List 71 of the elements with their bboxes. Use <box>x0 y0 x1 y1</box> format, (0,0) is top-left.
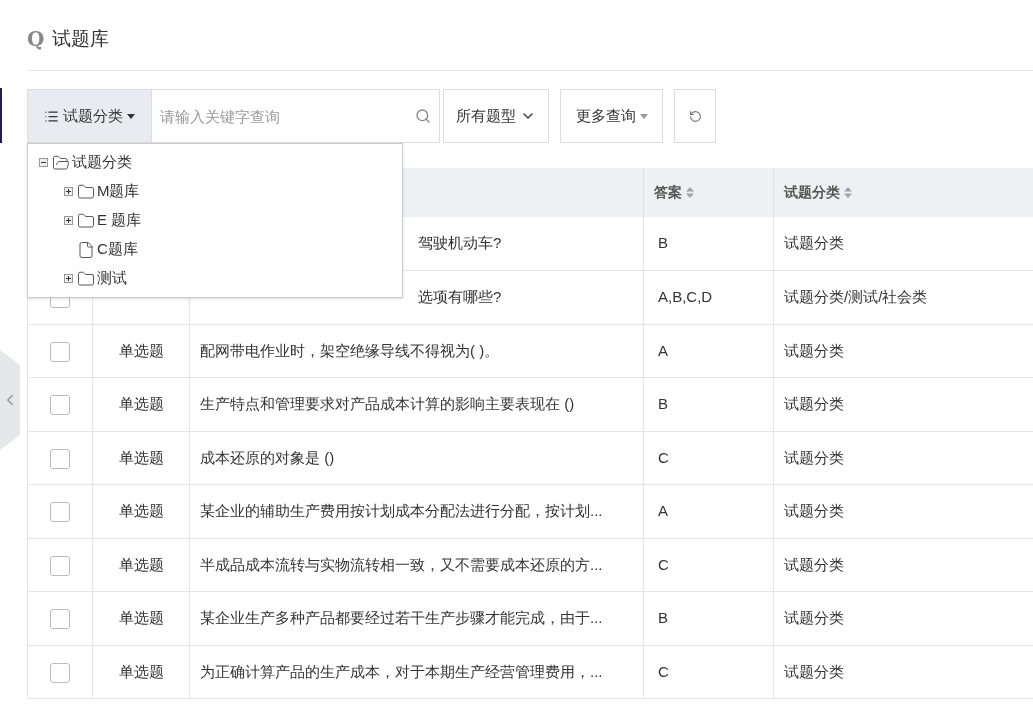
active-indicator <box>0 88 2 143</box>
table-cell: 试题分类 <box>784 662 844 680</box>
caret-icon <box>127 113 135 119</box>
table-cell: 某企业生产多种产品都要经过若干生产步骤才能完成，由于... <box>200 609 603 626</box>
table-cell: 单选题 <box>118 555 164 573</box>
table-cell: A <box>658 502 668 519</box>
search-icon[interactable] <box>415 108 431 124</box>
expand-toggle-icon[interactable] <box>64 187 73 196</box>
column-header[interactable]: 试题分类 <box>784 182 840 203</box>
table-cell: 驾驶机动车? <box>418 234 502 252</box>
table-cell: 试题分类 <box>784 448 844 466</box>
tree-item[interactable]: 测试 <box>97 267 127 290</box>
row-checkbox[interactable] <box>50 662 70 683</box>
table-cell: B <box>658 395 668 412</box>
table-cell: 试题分类 <box>784 395 844 412</box>
folder-icon <box>77 211 95 230</box>
tree-item[interactable]: E 题库 <box>97 209 142 232</box>
category-button[interactable]: 试题分类 <box>27 89 152 143</box>
table-cell: 试题分类/测试/社会类 <box>784 288 928 305</box>
table-cell: 单选题 <box>118 395 164 412</box>
refresh-icon <box>688 109 702 123</box>
table-cell: A,B,C,D <box>658 288 713 305</box>
table-cell: 单选题 <box>118 609 164 626</box>
table-cell: 生产特点和管理要求对产品成本计算的影响主要表现在 () <box>200 395 575 412</box>
table-cell: 选项有哪些? <box>418 288 502 305</box>
table-cell: 试题分类 <box>784 234 844 252</box>
table-cell: B <box>658 609 668 626</box>
table-cell: 成本还原的对象是 () <box>200 448 335 466</box>
table-cell: B <box>658 234 668 252</box>
row-checkbox[interactable] <box>50 609 70 630</box>
table-cell: C <box>658 448 669 466</box>
table-cell: 单选题 <box>118 448 164 466</box>
table-cell: 配网带电作业时，架空绝缘导线不得视为( )。 <box>200 341 500 359</box>
tree-item[interactable]: M题库 <box>97 180 140 203</box>
folder-icon <box>77 269 95 288</box>
table-cell: 单选题 <box>118 502 164 519</box>
table-cell: 试题分类 <box>784 555 844 573</box>
table-cell: 试题分类 <box>784 609 844 626</box>
caret-icon <box>639 114 648 120</box>
table-cell: 单选题 <box>118 662 164 680</box>
logo-letter: Q <box>27 26 45 53</box>
row-checkbox[interactable] <box>50 448 70 469</box>
tree-item[interactable]: 试题分类 <box>72 151 132 174</box>
more-query-button[interactable]: 更多查询 <box>560 89 663 143</box>
expand-toggle-icon[interactable] <box>64 216 73 225</box>
row-checkbox[interactable] <box>50 555 70 576</box>
table-cell: 为正确计算产品的生产成本，对于本期生产经营管理费用，... <box>200 662 603 680</box>
file-icon <box>77 240 95 259</box>
table-cell: C <box>658 662 669 680</box>
expand-toggle-icon[interactable] <box>64 274 73 283</box>
list-icon <box>44 108 59 124</box>
table-cell: C <box>658 555 669 573</box>
table-cell: 半成品成本流转与实物流转相一致，又不需要成本还原的方... <box>200 555 603 573</box>
row-checkbox[interactable] <box>50 395 70 416</box>
sort-icon[interactable] <box>686 187 694 198</box>
page-title: 试题库 <box>52 26 110 51</box>
table-cell: 单选题 <box>118 341 164 359</box>
table-cell: 试题分类 <box>784 341 844 359</box>
table-cell: 某企业的辅助生产费用按计划成本分配法进行分配，按计划... <box>200 502 603 519</box>
folder-open-icon <box>52 153 70 172</box>
type-select[interactable]: 所有题型 <box>443 89 549 143</box>
tree-item[interactable]: C题库 <box>97 238 138 261</box>
column-header[interactable]: 答案 <box>654 182 682 203</box>
row-checkbox[interactable] <box>50 502 70 523</box>
sort-icon[interactable] <box>844 187 852 198</box>
row-checkbox[interactable] <box>50 341 70 362</box>
folder-icon <box>77 182 95 201</box>
refresh-button[interactable] <box>674 89 716 143</box>
table-cell: A <box>658 341 668 359</box>
table-cell: 试题分类 <box>784 502 844 519</box>
collapse-toggle-icon[interactable] <box>39 158 48 167</box>
